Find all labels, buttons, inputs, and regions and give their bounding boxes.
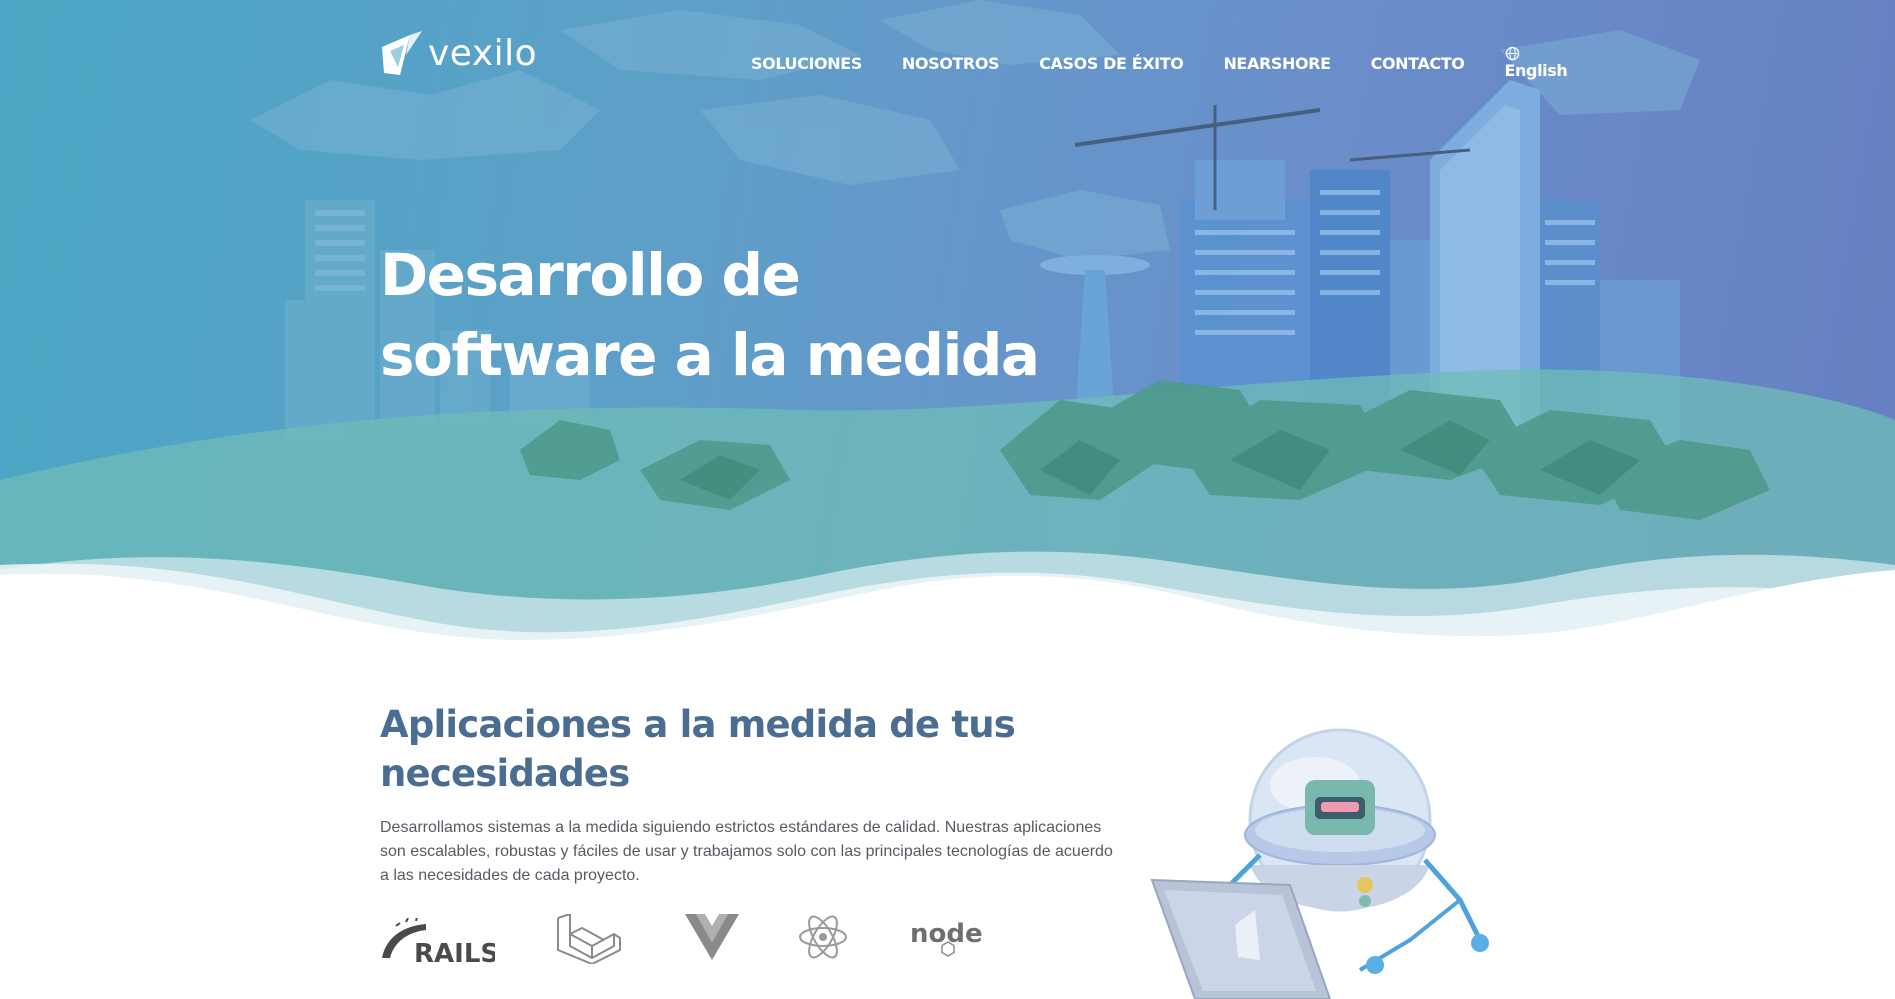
- rails-text: RAILS: [414, 939, 495, 966]
- logo-text: vexilo: [428, 32, 538, 74]
- section-title-line-2: necesidades: [380, 752, 630, 795]
- nav-item-nosotros[interactable]: NOSOTROS: [902, 54, 1000, 73]
- nav-item-casos-de-exito[interactable]: CASOS DE ÉXITO: [1039, 54, 1184, 73]
- main-menu: SOLUCIONES NOSOTROS CASOS DE ÉXITO NEARS…: [751, 46, 1568, 80]
- astronaut-robot-illustration: [1140, 725, 1500, 999]
- laravel-logo: [556, 913, 622, 969]
- hero-headline-line-2: software a la medida: [380, 321, 1040, 389]
- vexilo-flag-icon: [382, 31, 422, 75]
- section-description: Desarrollamos sistemas a la medida sigui…: [380, 819, 1113, 884]
- top-navigation: vexilo SOLUCIONES NOSOTROS CASOS DE ÉXIT…: [0, 0, 1895, 110]
- nav-item-soluciones[interactable]: SOLUCIONES: [751, 54, 862, 73]
- applications-section: Aplicaciones a la medida de tus necesida…: [380, 700, 1120, 888]
- nav-item-contacto[interactable]: CONTACTO: [1371, 54, 1465, 73]
- section-title-line-1: Aplicaciones a la medida de tus: [380, 703, 1016, 746]
- globe-icon: [1505, 46, 1519, 61]
- react-logo: [798, 914, 848, 965]
- language-label: English: [1504, 61, 1568, 80]
- hero-headline: Desarrollo de software a la medida: [380, 235, 1040, 395]
- language-switcher[interactable]: English: [1505, 46, 1568, 80]
- rails-logo: RAILS: [380, 916, 499, 971]
- node-text: node: [910, 919, 983, 949]
- nav-item-nearshore[interactable]: NEARSHORE: [1223, 54, 1331, 73]
- hero-section: vexilo SOLUCIONES NOSOTROS CASOS DE ÉXIT…: [0, 0, 1895, 640]
- nodejs-logo: node: [910, 916, 986, 965]
- hero-headline-line-1: Desarrollo de: [380, 241, 801, 309]
- vue-logo: [685, 914, 739, 965]
- technology-logos: RAILS node: [380, 912, 1020, 971]
- section-title: Aplicaciones a la medida de tus necesida…: [380, 700, 1120, 798]
- brand-logo[interactable]: vexilo: [380, 28, 537, 78]
